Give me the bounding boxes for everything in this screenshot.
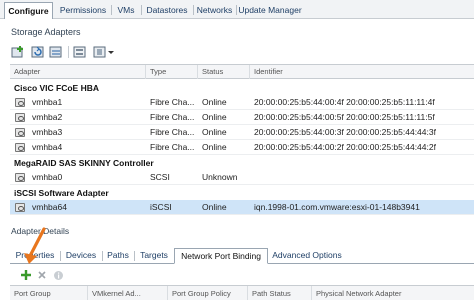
table-row[interactable]: vmhba3 Fibre Cha... Online 20:00:00:25:b… — [10, 125, 474, 140]
table-row[interactable]: vmhba1 Fibre Cha... Online 20:00:00:25:b… — [10, 95, 474, 110]
tab-divider — [111, 5, 112, 15]
column-header-path-status[interactable]: Path Status — [248, 286, 312, 300]
column-header-adapter[interactable]: Adapter — [10, 65, 146, 79]
group-header: iSCSI Software Adapter — [14, 188, 109, 198]
hba-icon — [15, 203, 25, 212]
table-row[interactable]: vmhba2 Fibre Cha... Online 20:00:00:25:b… — [10, 110, 474, 125]
port-binding-table-header: Port Group VMkernel Ad... Port Group Pol… — [10, 285, 474, 300]
adapter-identifier: iqn.1998-01.com.vmware:esxi-01-148b3941 — [254, 202, 420, 212]
hba-icon — [15, 128, 25, 137]
adapter-name: vmhba2 — [32, 112, 63, 122]
port-binding-toolbar — [18, 268, 78, 282]
adapter-type: Fibre Cha... — [150, 127, 195, 137]
adapter-status: Unknown — [202, 172, 238, 182]
tab-divider — [60, 251, 61, 261]
tab-permissions[interactable]: Permissions — [57, 2, 109, 19]
toolbar-divider — [68, 46, 69, 58]
adapter-status: Online — [202, 127, 227, 137]
tab-network-port-binding[interactable]: Network Port Binding — [174, 248, 268, 264]
remove-icon[interactable] — [34, 267, 50, 283]
refresh-icon[interactable] — [30, 44, 46, 60]
rescan-icon[interactable] — [48, 44, 64, 60]
adapter-identifier: 20:00:00:25:b5:44:00:4f 20:00:00:25:b5:1… — [254, 97, 435, 107]
group-header: MegaRAID SAS SKINNY Controller — [14, 158, 154, 168]
annotation-arrow-icon — [24, 227, 46, 264]
storage-adapters-toolbar — [10, 44, 130, 60]
column-header-type[interactable]: Type — [146, 65, 198, 79]
tab-advanced-options[interactable]: Advanced Options — [270, 248, 344, 264]
tab-divider — [141, 5, 142, 15]
column-header-vmkernel-adapter[interactable]: VMkernel Ad... — [88, 286, 168, 300]
hba-icon — [15, 143, 25, 152]
adapter-status: Online — [202, 112, 227, 122]
tab-divider — [193, 5, 194, 15]
adapter-identifier — [254, 170, 474, 185]
adapter-name: vmhba4 — [32, 142, 63, 152]
column-header-physical-network-adapter[interactable]: Physical Network Adapter — [312, 286, 474, 300]
info-icon[interactable] — [50, 267, 66, 283]
top-tab-bar: Configure Permissions VMs Datastores Net… — [0, 0, 474, 19]
tab-update-manager[interactable]: Update Manager — [238, 2, 302, 19]
tab-targets[interactable]: Targets — [136, 248, 172, 264]
tab-datastores[interactable]: Datastores — [143, 2, 191, 19]
tab-vms[interactable]: VMs — [113, 2, 139, 19]
adapter-name: vmhba0 — [32, 172, 63, 182]
table-row-selected[interactable]: vmhba64 iSCSI Online iqn.1998-01.com.vmw… — [10, 200, 474, 215]
adapter-type: Fibre Cha... — [150, 97, 195, 107]
column-header-status[interactable]: Status — [198, 65, 250, 79]
tab-devices[interactable]: Devices — [62, 248, 100, 264]
adapter-details-tab-bar: Properties Devices Paths Targets Network… — [10, 246, 474, 264]
actions-icon[interactable] — [92, 44, 116, 60]
adapter-name: vmhba3 — [32, 127, 63, 137]
adapter-type: iSCSI — [150, 202, 172, 212]
adapter-type: Fibre Cha... — [150, 142, 195, 152]
storage-adapters-table: Adapter Type Status Identifier Cisco VIC… — [10, 64, 474, 215]
adapter-type: Fibre Cha... — [150, 112, 195, 122]
adapter-name: vmhba1 — [32, 97, 63, 107]
rescan-storage-icon[interactable] — [72, 44, 88, 60]
hba-icon — [15, 173, 25, 182]
add-adapter-icon[interactable] — [10, 44, 26, 60]
storage-adapters-title: Storage Adapters — [11, 27, 81, 37]
adapter-status: Online — [202, 97, 227, 107]
hba-icon — [15, 98, 25, 107]
adapter-type: SCSI — [150, 172, 170, 182]
column-header-port-group-policy[interactable]: Port Group Policy — [168, 286, 248, 300]
table-row[interactable]: vmhba4 Fibre Cha... Online 20:00:00:25:b… — [10, 140, 474, 155]
tab-divider — [102, 251, 103, 261]
tab-divider — [134, 251, 135, 261]
adapter-identifier: 20:00:00:25:b5:44:00:2f 20:00:00:25:b5:4… — [254, 142, 436, 152]
adapter-identifier: 20:00:00:25:b5:44:00:3f 20:00:00:25:b5:4… — [254, 127, 436, 137]
adapter-status: Online — [202, 142, 227, 152]
tab-configure[interactable]: Configure — [4, 2, 53, 19]
tab-divider — [236, 5, 237, 15]
column-header-identifier[interactable]: Identifier — [250, 65, 474, 79]
adapter-identifier: 20:00:00:25:b5:44:00:5f 20:00:00:25:b5:1… — [254, 112, 435, 122]
column-header-port-group[interactable]: Port Group — [10, 286, 88, 300]
add-icon[interactable] — [18, 267, 34, 283]
hba-icon — [15, 113, 25, 122]
tab-networks[interactable]: Networks — [195, 2, 234, 19]
table-row[interactable]: vmhba0 SCSI Unknown — [10, 170, 474, 185]
group-header: Cisco VIC FCoE HBA — [14, 83, 100, 93]
table-header: Adapter Type Status Identifier — [10, 65, 474, 79]
adapter-status: Online — [202, 202, 227, 212]
adapter-name: vmhba64 — [32, 202, 67, 212]
tab-paths[interactable]: Paths — [104, 248, 132, 264]
